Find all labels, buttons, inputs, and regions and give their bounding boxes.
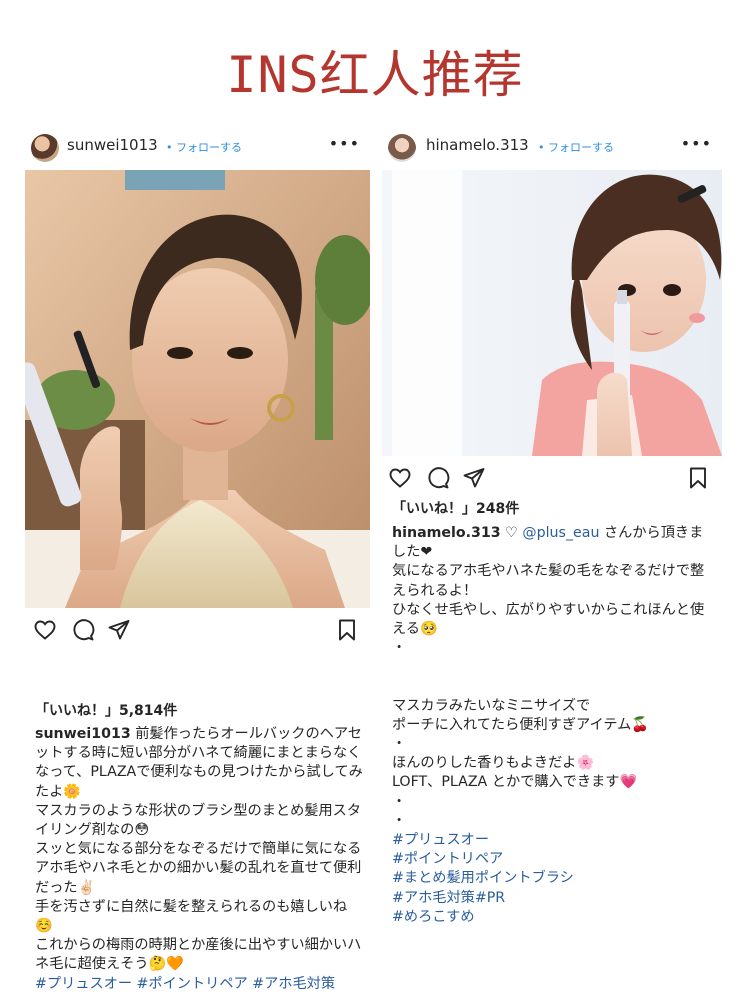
post-header: sunwei1013 • フォローする ••• (25, 122, 370, 170)
caption-blank-line (392, 658, 716, 677)
photo-illustration (25, 170, 370, 608)
bookmark-icon[interactable] (335, 618, 359, 642)
follow-button[interactable]: • フォローする (538, 139, 614, 155)
caption-text: マスカラみたいなミニサイズで (392, 697, 591, 714)
post-caption: hinamelo.313 ♡ @plus_eau さんから頂きました❤ 気になる… (382, 524, 722, 927)
hashtag[interactable]: #プリュスオー (392, 831, 716, 850)
post-caption: sunwei1013 前髪作ったらオールバックのヘアセットする時に短い部分がハネ… (25, 725, 370, 994)
comment-icon[interactable] (426, 466, 450, 490)
avatar[interactable] (31, 134, 59, 162)
caption-text: マスカラのような形状のブラシ型のまとめ髪用スタイリング剤なの😳 (35, 802, 362, 839)
username[interactable]: hinamelo.313 (426, 136, 529, 154)
caption-text: 手を汚さずに自然に髪を整えられるのも嬉しいね☺️ (35, 898, 348, 935)
instagram-post-hinamelo: hinamelo.313 • フォローする ••• 「いいね！」248件 hin… (382, 122, 722, 952)
caption-mention[interactable]: @plus_eau (522, 525, 599, 541)
hashtags[interactable]: #プリュスオー #ポイントリペア #アホ毛対策 (35, 975, 364, 994)
likes-count[interactable]: 「いいね！」248件 (382, 498, 722, 518)
post-photo[interactable] (25, 170, 370, 608)
username[interactable]: sunwei1013 (67, 136, 158, 154)
hashtag[interactable]: #まとめ髪用ポイントブラシ (392, 869, 716, 888)
page-title: INS红人推荐 (226, 46, 524, 104)
caption-text: スッと気になる部分をなぞるだけで簡単に気になるアホ毛やハネ毛とかの細かい髪の乱れ… (35, 841, 362, 896)
caption-text: ・ (392, 736, 407, 753)
caption-heart: ♡ (500, 525, 523, 541)
hashtag[interactable]: #ポイントリペア (392, 850, 716, 869)
caption-text: ・ (392, 793, 407, 810)
follow-button[interactable]: • フォローする (166, 139, 242, 155)
bookmark-icon[interactable] (686, 466, 710, 490)
caption-username[interactable]: sunwei1013 (35, 726, 131, 742)
like-heart-icon[interactable] (33, 618, 57, 642)
caption-text: ・ (392, 640, 407, 657)
caption-text: ほんのりした香りもよきだよ🌸 (392, 755, 595, 772)
like-heart-icon[interactable] (388, 466, 412, 490)
post-actions (382, 456, 722, 500)
instagram-post-sunwei: sunwei1013 • フォローする ••• 「いいね！」5,814件 sun… (25, 122, 370, 1000)
more-options-icon[interactable]: ••• (329, 134, 360, 153)
avatar[interactable] (388, 134, 416, 162)
more-options-icon[interactable]: ••• (681, 134, 712, 153)
comment-icon[interactable] (71, 618, 95, 642)
hashtag[interactable]: #めろこすめ (392, 908, 716, 927)
caption-text: LOFT、PLAZA とかで購入できます💗 (392, 774, 638, 791)
caption-text: これからの梅雨の時期とか産後に出やすい細かいハネ毛に超使えそう🤔🧡 (35, 937, 362, 973)
hashtag[interactable]: #アホ毛対策#PR (392, 889, 716, 908)
caption-text: ポーチに入れてたら便利すぎアイテム🍒 (392, 716, 650, 733)
caption-text: 気になるアホ毛やハネた髪の毛をなぞるだけで整えられるよ！ (392, 563, 705, 599)
caption-text: ひなくせ毛やし、広がりやすいからこれほんと使える🥺 (392, 601, 705, 638)
post-actions (25, 608, 370, 652)
photo-illustration (382, 170, 722, 456)
share-icon[interactable] (462, 466, 486, 490)
post-header: hinamelo.313 • フォローする ••• (382, 122, 722, 170)
caption-text: ・ (392, 812, 407, 829)
caption-username[interactable]: hinamelo.313 (392, 525, 501, 541)
likes-count[interactable]: 「いいね！」5,814件 (25, 700, 370, 720)
share-icon[interactable] (107, 618, 131, 642)
post-photo[interactable] (382, 170, 722, 456)
